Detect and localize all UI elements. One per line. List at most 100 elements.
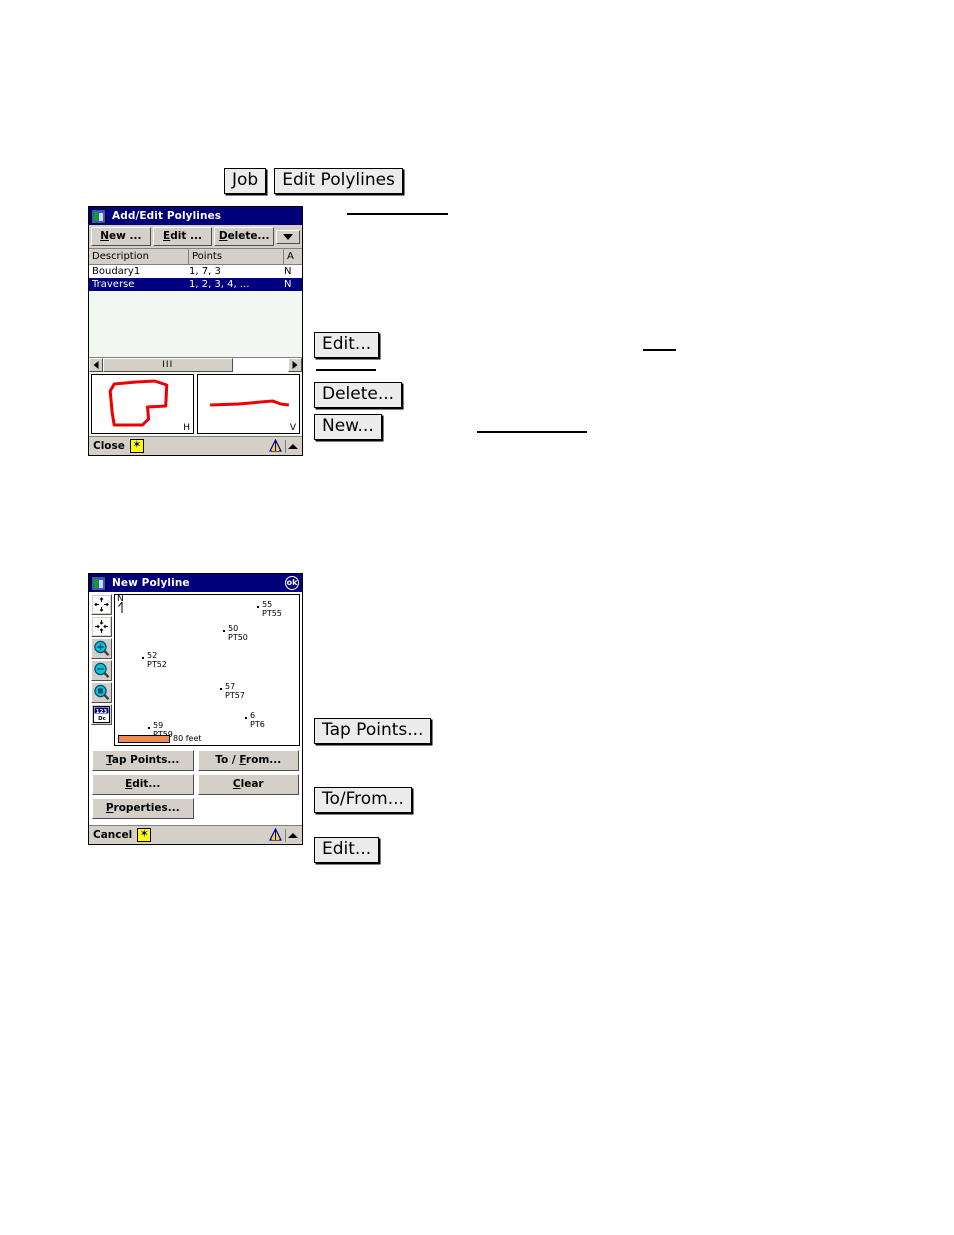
scalebar-fill — [118, 734, 170, 743]
preview-label-v: V — [289, 423, 296, 433]
breadcrumb-item-job[interactable]: Job — [224, 168, 267, 194]
scalebar-label: 80 feet — [173, 734, 202, 743]
app-icon — [91, 209, 106, 224]
map-point-marker[interactable] — [223, 630, 225, 632]
button-row: Properties... — [92, 798, 299, 819]
svg-text:Dc: Dc — [98, 716, 106, 722]
north-arrow-icon: N — [117, 595, 127, 617]
statusbar-divider — [285, 439, 286, 453]
map-point-label: 57 PT57 — [225, 682, 245, 700]
callout-to-from: To/From... — [314, 787, 412, 813]
polyline-list: Description Points A Boudary1 1, 7, 3 N … — [89, 248, 302, 372]
chevron-down-icon — [283, 233, 294, 240]
horizontal-preview-pane[interactable]: H — [91, 374, 194, 434]
map-point-marker[interactable] — [220, 688, 222, 690]
add-edit-polylines-window: Add/Edit Polylines NNew ...ew ... Edit .… — [88, 206, 303, 456]
callout-delete: Delete... — [314, 382, 403, 408]
zoom-out-icon[interactable] — [91, 660, 112, 681]
cancel-button[interactable]: Cancel — [93, 829, 132, 841]
delete-button[interactable]: Delete... — [214, 227, 275, 246]
dialog1-title: Add/Edit Polylines — [112, 210, 222, 222]
table-row[interactable]: Traverse 1, 2, 3, 4, ... N — [89, 278, 302, 291]
survey-instrument-icon[interactable] — [268, 828, 283, 842]
app-icon — [91, 576, 106, 591]
column-header-attributes[interactable]: A — [284, 249, 300, 264]
dialog2-titlebar: New Polyline ok — [89, 574, 302, 592]
survey-instrument-icon[interactable] — [268, 439, 283, 453]
arrow-up-icon[interactable] — [288, 832, 298, 838]
column-header-description[interactable]: Description — [89, 249, 189, 264]
dialog2-title: New Polyline — [112, 577, 190, 589]
scrollbar-thumb[interactable]: III — [103, 358, 233, 372]
dialog2-button-grid: Tap Points... To / From... Edit... Clear… — [89, 748, 302, 825]
statusbar-right-group — [268, 439, 300, 453]
dialog2-statusbar: Cancel — [89, 825, 302, 844]
cell-points: 1, 7, 3 — [189, 266, 221, 277]
button-row: Edit... Clear — [92, 774, 299, 795]
dialog1-titlebar: Add/Edit Polylines — [89, 207, 302, 225]
redaction-rule-4 — [477, 431, 587, 433]
plan-view-polyline-shape — [108, 379, 169, 427]
breadcrumb: Job Edit Polylines — [224, 168, 403, 194]
map-point-marker[interactable] — [148, 727, 150, 729]
horizontal-scrollbar[interactable]: III — [89, 357, 302, 372]
dialog1-statusbar: Close — [89, 436, 302, 455]
map-area: 123 Dc N 55PT55 50PT50 52PT52 57PT57 — [89, 592, 302, 748]
map-point-label: 52 PT52 — [147, 651, 167, 669]
callout-tap-points: Tap Points... — [314, 718, 432, 744]
pan-out-icon[interactable] — [91, 594, 112, 615]
edit-button[interactable]: Edit ... — [152, 227, 213, 246]
new-button[interactable]: NNew ...ew ... — [91, 227, 151, 246]
preview-panes: H V — [89, 372, 302, 436]
redaction-rule-2 — [643, 349, 676, 351]
tap-points-button[interactable]: Tap Points... — [92, 750, 194, 771]
callout-new: New... — [314, 414, 382, 440]
redaction-rule-1 — [347, 213, 448, 215]
cell-attributes: N — [284, 279, 292, 290]
pan-in-icon[interactable] — [91, 616, 112, 637]
scroll-right-button[interactable] — [288, 358, 302, 372]
svg-text:123: 123 — [96, 709, 108, 715]
column-header-points[interactable]: Points — [189, 249, 284, 264]
star-icon[interactable] — [129, 438, 144, 453]
ok-button[interactable]: ok — [285, 576, 299, 590]
polyline-list-body: Boudary1 1, 7, 3 N Traverse 1, 2, 3, 4, … — [89, 265, 302, 357]
profile-view-polyline-shape — [210, 399, 290, 407]
cell-attributes: N — [284, 266, 292, 277]
callout-edit-2: Edit... — [314, 837, 380, 863]
map-point-marker[interactable] — [257, 606, 259, 608]
dialog1-toolbar: NNew ...ew ... Edit ... Delete... — [89, 225, 302, 248]
star-icon[interactable] — [137, 827, 152, 842]
statusbar-right-group — [268, 828, 300, 842]
map-toolbar: 123 Dc — [91, 594, 112, 746]
edit-button[interactable]: Edit... — [92, 774, 194, 795]
scroll-left-button[interactable] — [89, 358, 103, 372]
button-row: Tap Points... To / From... — [92, 750, 299, 771]
breadcrumb-item-edit-polylines[interactable]: Edit Polylines — [274, 168, 403, 194]
map-point-marker[interactable] — [245, 717, 247, 719]
vertical-preview-pane[interactable]: V — [197, 374, 300, 434]
new-polyline-window: New Polyline ok 123 Dc N 55 PT55 50 PT50… — [88, 573, 303, 845]
map-point-marker[interactable] — [142, 657, 144, 659]
properties-button[interactable]: Properties... — [92, 798, 194, 819]
clear-button[interactable]: Clear — [197, 774, 299, 795]
callout-edit-1: Edit... — [314, 332, 380, 358]
zoom-window-icon[interactable] — [91, 682, 112, 703]
map-point-label: 55 PT55 — [262, 600, 282, 618]
toolbar-dropdown-button[interactable] — [276, 229, 301, 244]
map-scalebar: 80 feet — [118, 734, 202, 743]
arrow-up-icon[interactable] — [288, 443, 298, 449]
preview-label-h: H — [183, 423, 190, 433]
arrow-left-icon — [93, 361, 99, 369]
scrollbar-track[interactable]: III — [103, 358, 288, 372]
cell-description: Traverse — [92, 279, 135, 290]
table-row[interactable]: Boudary1 1, 7, 3 N — [89, 265, 302, 278]
to-from-button[interactable]: To / From... — [197, 750, 299, 771]
map-point-label: 50 PT50 — [228, 624, 248, 642]
numeric-coordinates-icon[interactable]: 123 Dc — [91, 704, 112, 725]
map-point-label: 6 PT6 — [250, 711, 265, 729]
map-canvas[interactable]: N 55PT55 50PT50 52PT52 57PT57 6PT6 59PT5… — [114, 594, 300, 746]
close-button[interactable]: Close — [93, 440, 125, 452]
zoom-in-icon[interactable] — [91, 638, 112, 659]
arrow-right-icon — [292, 361, 298, 369]
